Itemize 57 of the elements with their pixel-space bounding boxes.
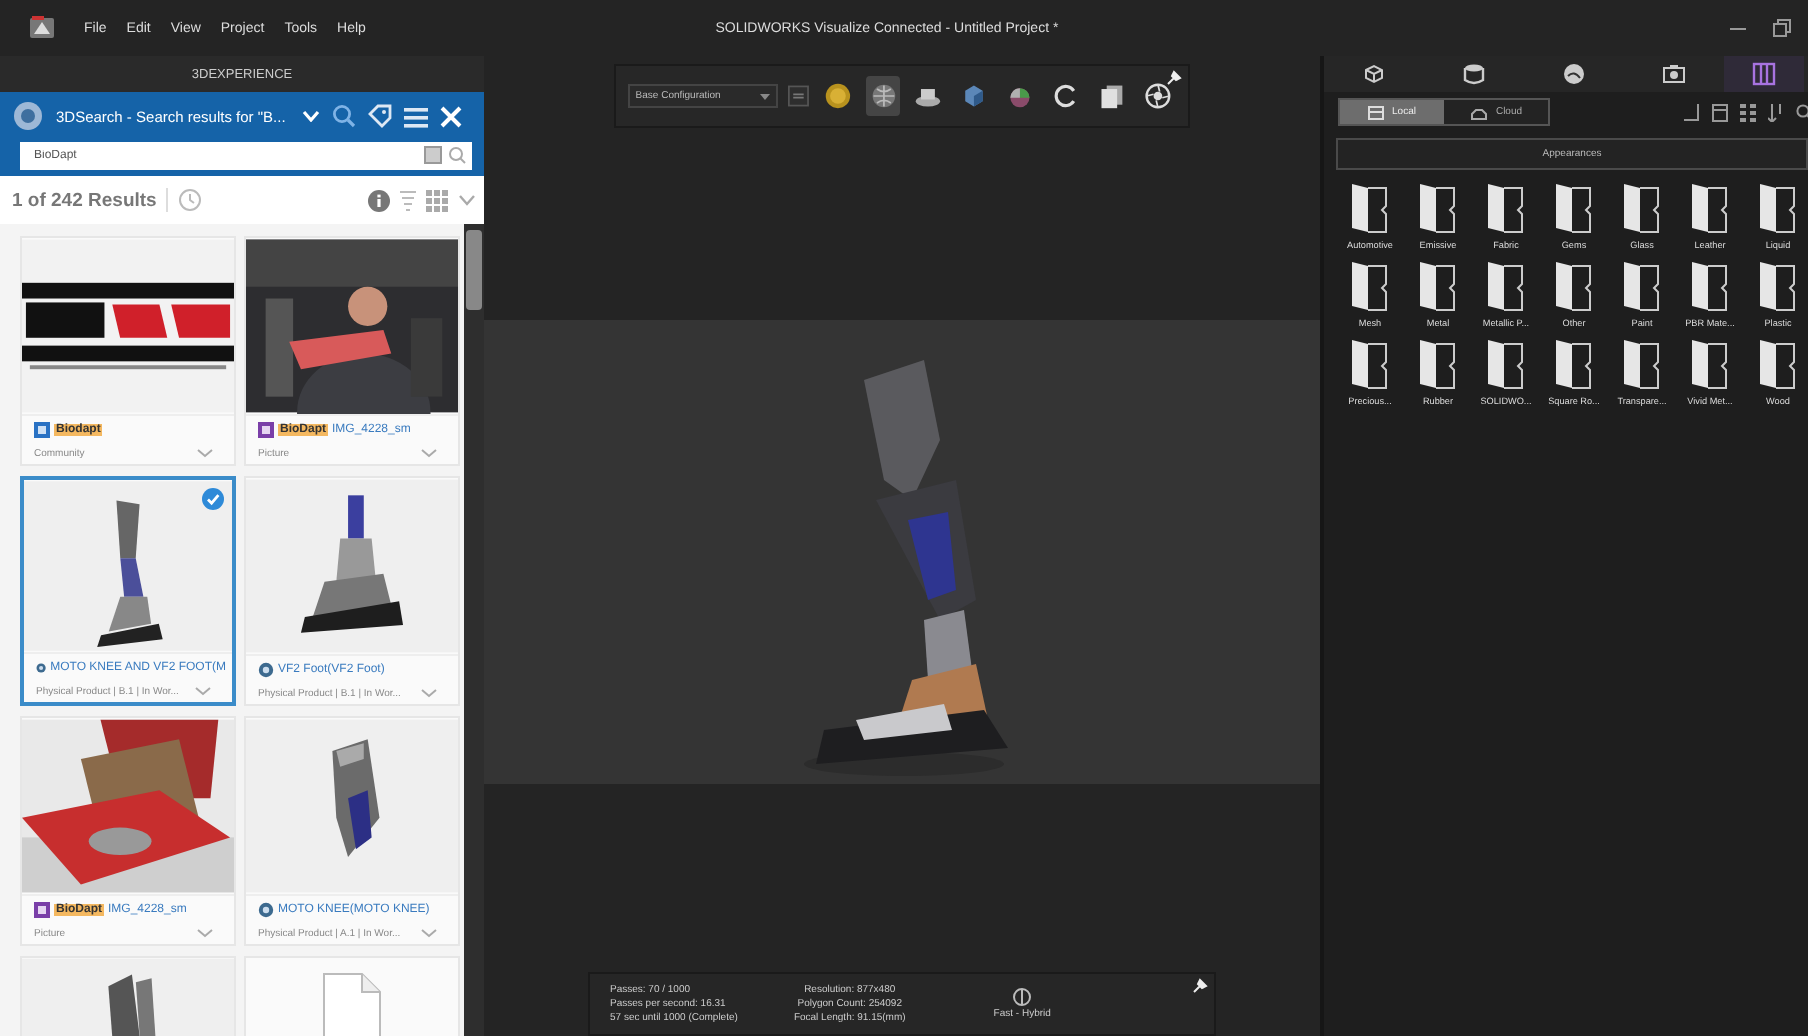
columns-icon (1752, 62, 1776, 86)
cube-icon (1362, 62, 1386, 86)
close-icon[interactable] (439, 105, 462, 127)
folder-icon (1350, 338, 1390, 390)
pin-icon[interactable] (1192, 978, 1208, 994)
search-icon[interactable] (331, 104, 356, 128)
product-icon (258, 661, 274, 677)
folder-icon (1350, 182, 1390, 234)
database-icon (1462, 62, 1486, 86)
folder-icon (1418, 182, 1458, 234)
folder-icon (1758, 182, 1798, 234)
document-icon (322, 972, 382, 1036)
render-mode-icon[interactable] (1012, 988, 1033, 1006)
camera-icon (1662, 62, 1686, 86)
checkmark-icon (202, 488, 224, 510)
folder-icon (1622, 260, 1662, 312)
corner-icon[interactable] (1684, 103, 1700, 121)
compass-icon[interactable] (12, 100, 44, 132)
scrollbar[interactable] (464, 224, 484, 1036)
folder-icon (1758, 260, 1798, 312)
sphere-grid-icon[interactable] (865, 76, 901, 116)
folder-icon (1418, 338, 1458, 390)
community-icon (34, 421, 50, 437)
menu-icon[interactable] (403, 105, 428, 127)
results-count: 1 of 242 Results (12, 189, 157, 211)
folder-icon (1554, 182, 1594, 234)
folder-icon (1690, 338, 1730, 390)
image-icon (34, 901, 50, 917)
list-icon[interactable] (788, 84, 810, 108)
pin-icon[interactable] (1166, 70, 1182, 86)
image-icon (258, 421, 274, 437)
folder-icon (1486, 260, 1526, 312)
folder-icon (1350, 260, 1390, 312)
app-logo-icon[interactable] (28, 16, 56, 40)
product-icon (36, 659, 47, 675)
folder-icon (1418, 260, 1458, 312)
search-icon[interactable] (1796, 103, 1808, 121)
panel-icon[interactable] (1712, 103, 1728, 121)
info-icon[interactable] (368, 189, 390, 211)
folder-icon (1554, 260, 1594, 312)
folder-icon (1622, 182, 1662, 234)
folder-icon (1758, 338, 1798, 390)
folder-icon (1690, 260, 1730, 312)
cloud-icon (1469, 105, 1488, 119)
sort-icon[interactable] (1768, 103, 1784, 121)
folder-icon (1554, 338, 1594, 390)
folder-icon (1486, 182, 1526, 234)
folder-icon (1486, 338, 1526, 390)
product-icon (258, 901, 274, 917)
restore-icon[interactable] (1772, 18, 1792, 38)
folder-icon (1690, 182, 1730, 234)
folder-icon (1622, 338, 1662, 390)
tag-icon[interactable] (367, 104, 392, 128)
library-tab[interactable] (1724, 56, 1804, 92)
caret-icon (760, 93, 771, 99)
grid-icon[interactable] (1740, 103, 1756, 121)
globe-icon (1562, 62, 1586, 86)
